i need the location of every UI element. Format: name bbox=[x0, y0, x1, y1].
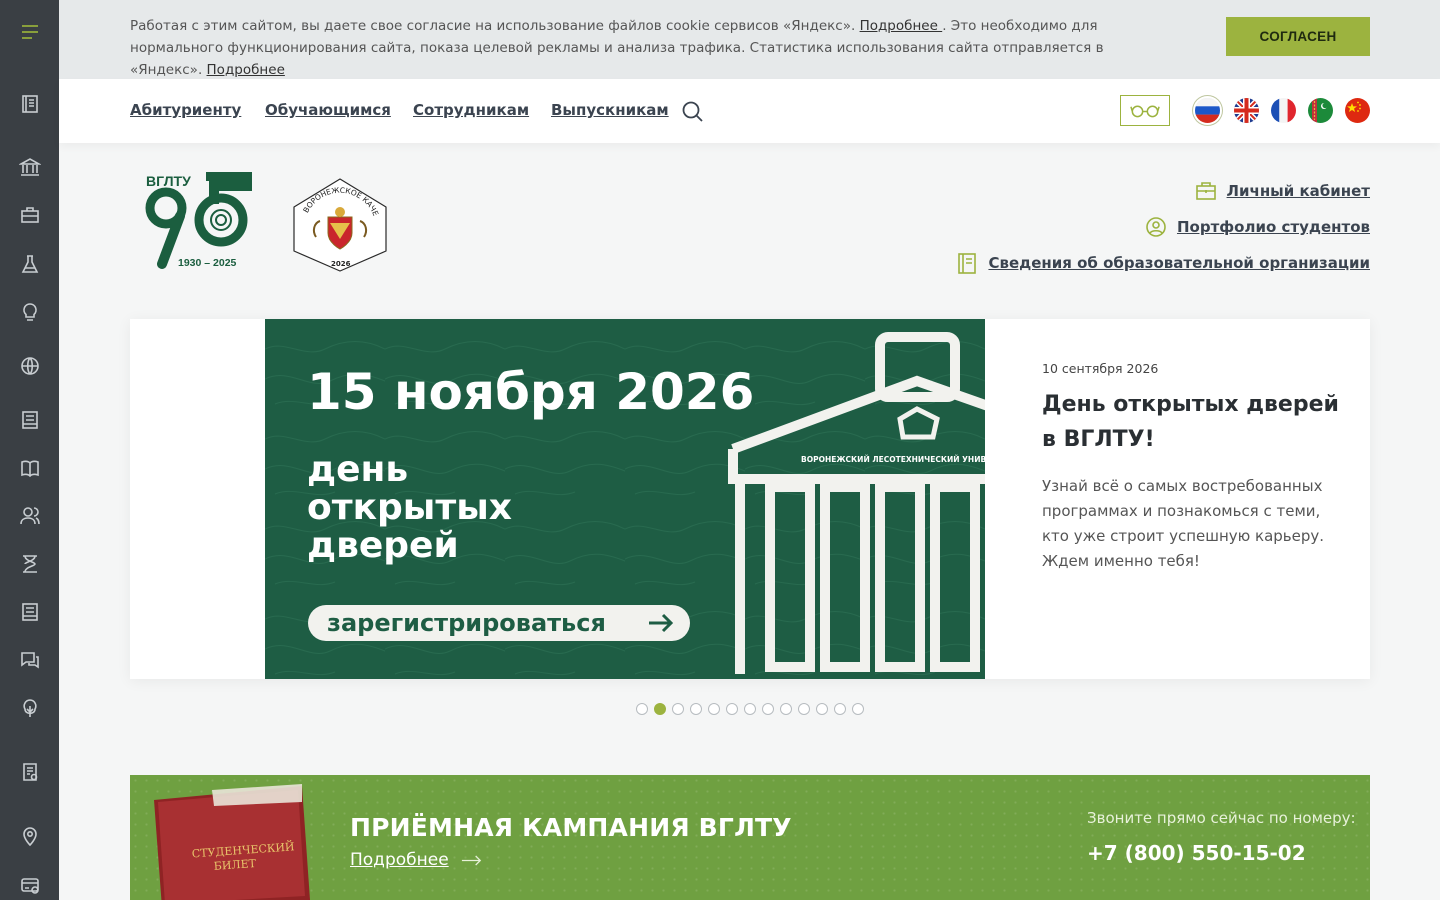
admission-more-link[interactable]: Подробнее bbox=[350, 850, 483, 870]
banner-date-text: 15 ноября 2026 bbox=[307, 363, 754, 421]
student-portfolio-label: Портфолио студентов bbox=[1176, 218, 1370, 236]
slide-description: Узнай всё о самых востребованных програм… bbox=[1042, 477, 1325, 570]
slider-dot[interactable] bbox=[780, 703, 792, 715]
student-portfolio-link[interactable]: Портфолио студентов bbox=[1145, 216, 1370, 238]
slider-pagination bbox=[636, 703, 864, 715]
nav-applicants-link[interactable]: Абитуриенту bbox=[130, 101, 241, 119]
slider-dot[interactable] bbox=[798, 703, 810, 715]
admission-more-label: Подробнее bbox=[350, 850, 449, 870]
personal-cabinet-label: Личный кабинет bbox=[1226, 182, 1370, 200]
logo-name-text: ВГЛТУ bbox=[146, 173, 191, 189]
menu-icon[interactable] bbox=[15, 17, 45, 47]
slider-dot[interactable] bbox=[744, 703, 756, 715]
glasses-icon bbox=[1130, 105, 1160, 118]
flag-ru-icon[interactable] bbox=[1195, 98, 1220, 123]
flag-cn-icon[interactable] bbox=[1345, 98, 1370, 123]
search-icon[interactable] bbox=[681, 100, 705, 124]
payment-card-icon[interactable] bbox=[15, 870, 45, 900]
slide-date: 10 сентября 2026 bbox=[1042, 361, 1159, 376]
seal-year-text: 2026 bbox=[331, 260, 351, 268]
slider-dot[interactable] bbox=[690, 703, 702, 715]
organization-info-link[interactable]: Сведения об образовательной организации bbox=[956, 252, 1370, 274]
organization-info-label: Сведения об образовательной организации bbox=[988, 254, 1370, 272]
nav-students-link[interactable]: Обучающимся bbox=[265, 101, 391, 119]
cookie-banner: Работая с этим сайтом, вы даете свое сог… bbox=[59, 0, 1440, 79]
open-day-banner[interactable]: 15 ноября 2026 день открытых дверей заре… bbox=[265, 319, 985, 679]
notebook-icon[interactable] bbox=[15, 405, 45, 435]
slide-title[interactable]: День открытых дверей в ВГЛТУ! bbox=[1042, 387, 1342, 457]
banner-line3-text: дверей bbox=[307, 525, 459, 566]
globe-icon[interactable] bbox=[15, 351, 45, 381]
slider-dot[interactable] bbox=[654, 703, 666, 715]
vgltu-95-logo[interactable]: ВГЛТУ 1930 – 2025 bbox=[144, 171, 253, 270]
cookie-more-link-2[interactable]: Подробнее bbox=[207, 62, 285, 78]
nav-alumni-link[interactable]: Выпускникам bbox=[551, 101, 669, 119]
hourglass-icon[interactable] bbox=[15, 549, 45, 579]
slider-dot[interactable] bbox=[762, 703, 774, 715]
slider-dot[interactable] bbox=[726, 703, 738, 715]
document-icon[interactable] bbox=[15, 89, 45, 119]
university-icon[interactable] bbox=[15, 152, 45, 182]
chat-icon[interactable] bbox=[15, 645, 45, 675]
briefcase-icon bbox=[1195, 182, 1216, 200]
admission-title: ПРИЁМНАЯ КАМПАНИЯ ВГЛТУ bbox=[350, 813, 792, 842]
flag-uk-icon[interactable] bbox=[1234, 98, 1259, 123]
flask-icon[interactable] bbox=[15, 249, 45, 279]
slider-dot[interactable] bbox=[816, 703, 828, 715]
admission-call-text: Звоните прямо сейчас по номеру: bbox=[1087, 809, 1356, 827]
lightbulb-icon[interactable] bbox=[15, 297, 45, 327]
nav-staff-link[interactable]: Сотрудникам bbox=[413, 101, 529, 119]
accessibility-glasses-button[interactable] bbox=[1120, 95, 1170, 126]
logo-years-text: 1930 – 2025 bbox=[178, 257, 237, 269]
flag-fr-icon[interactable] bbox=[1271, 98, 1296, 123]
arrow-right-icon bbox=[461, 854, 481, 866]
certificate-icon[interactable] bbox=[15, 757, 45, 787]
admission-phone[interactable]: +7 (800) 550-15-02 bbox=[1087, 841, 1306, 865]
cookie-text: Работая с этим сайтом, вы даете свое сог… bbox=[130, 15, 1130, 81]
slider-dot[interactable] bbox=[852, 703, 864, 715]
cookie-agree-button[interactable]: СОГЛАСЕН bbox=[1226, 17, 1370, 56]
users-icon[interactable] bbox=[15, 501, 45, 531]
tree-icon[interactable] bbox=[15, 693, 45, 723]
cookie-more-link[interactable]: Подробнее bbox=[860, 18, 943, 34]
flag-tm-icon[interactable] bbox=[1308, 98, 1333, 123]
book-icon[interactable] bbox=[15, 453, 45, 483]
banner-register-text: зарегистрироваться bbox=[327, 609, 606, 637]
slider-dot[interactable] bbox=[672, 703, 684, 715]
banner-line2-text: открытых bbox=[307, 487, 512, 528]
top-nav: Абитуриенту Обучающимся Сотрудникам Выпу… bbox=[59, 79, 1440, 143]
briefcase-icon[interactable] bbox=[15, 200, 45, 230]
slider-dot[interactable] bbox=[636, 703, 648, 715]
news-slider: 15 ноября 2026 день открытых дверей заре… bbox=[130, 319, 1370, 679]
document-icon bbox=[958, 253, 977, 274]
journal-icon[interactable] bbox=[15, 597, 45, 627]
slider-dot[interactable] bbox=[834, 703, 846, 715]
user-circle-icon bbox=[1146, 217, 1166, 237]
building-caption-text: ВОРОНЕЖСКИЙ ЛЕСОТЕХНИЧЕСКИЙ УНИВЕР bbox=[801, 455, 985, 464]
admission-banner[interactable]: СТУДЕНЧЕСКИЙ БИЛЕТ ПРИЁМНАЯ КАМПАНИЯ ВГЛ… bbox=[130, 775, 1370, 900]
location-pin-icon[interactable] bbox=[15, 821, 45, 851]
banner-line1-text: день bbox=[307, 449, 408, 490]
student-id-card-image: СТУДЕНЧЕСКИЙ БИЛЕТ bbox=[142, 780, 312, 900]
sidebar bbox=[0, 0, 59, 900]
voronezh-quality-seal-logo: ВОРОНЕЖСКОЕ КАЧЕСТВО 2026 bbox=[287, 170, 390, 273]
cookie-text-part: Работая с этим сайтом, вы даете свое сог… bbox=[130, 18, 860, 34]
slider-dot[interactable] bbox=[708, 703, 720, 715]
personal-cabinet-link[interactable]: Личный кабинет bbox=[1195, 180, 1370, 202]
